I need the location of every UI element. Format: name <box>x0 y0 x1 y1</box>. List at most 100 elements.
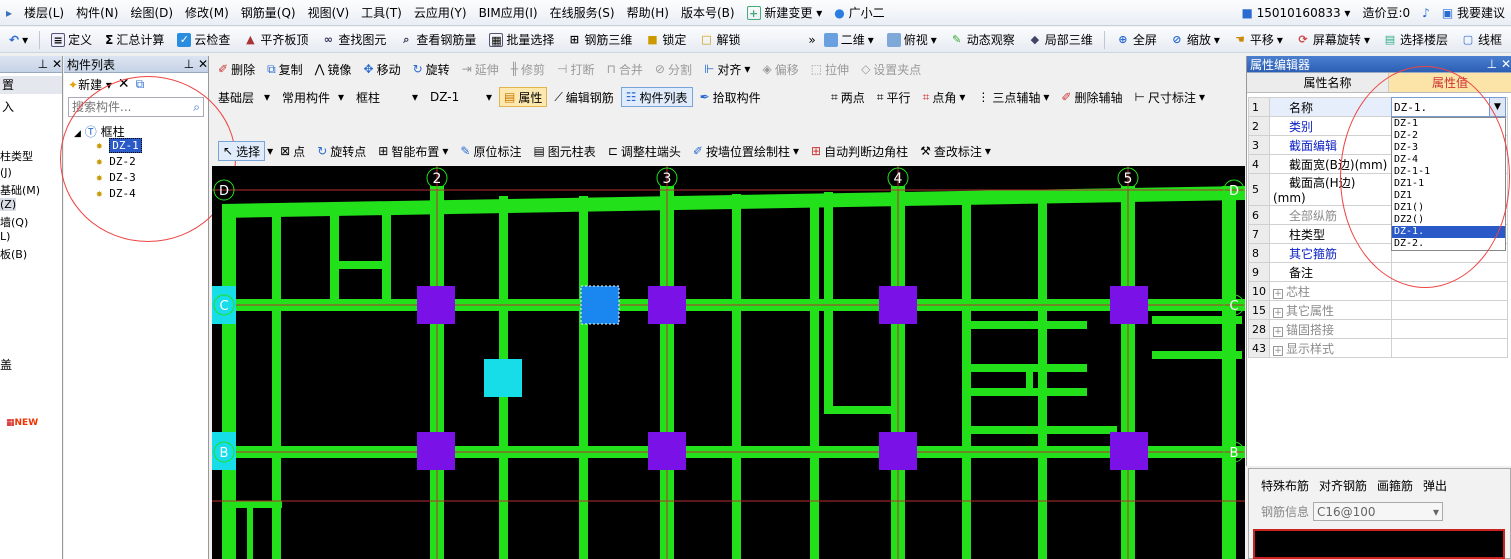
nav-item[interactable]: 置 <box>0 76 62 94</box>
auto-corner-button[interactable]: ⊞ 自动判断边角柱 <box>806 141 913 161</box>
collapse-icon[interactable]: ◢ <box>74 129 81 139</box>
bell-icon[interactable]: ♪ <box>1416 6 1436 20</box>
column[interactable] <box>1110 286 1148 324</box>
menu-cloud[interactable]: 云应用(Y) <box>408 4 473 21</box>
component-list-toggle[interactable]: ☷ 构件列表 <box>620 87 693 107</box>
dropdown-option[interactable]: DZ-2 <box>1392 130 1505 142</box>
dropdown-option[interactable]: DZ-1-1 <box>1392 166 1505 178</box>
delete-button[interactable]: ✐ 删除 <box>213 59 260 79</box>
property-value[interactable] <box>1391 262 1508 282</box>
dropdown-option[interactable]: DZ1() <box>1392 202 1505 214</box>
expand-icon[interactable]: + <box>1273 307 1283 318</box>
rebar3d-button[interactable]: ⊞ 钢筋三维 <box>562 30 637 50</box>
nav-item[interactable]: 入 <box>2 98 14 115</box>
menu-bim[interactable]: BIM应用(I) <box>473 4 544 21</box>
pointangle-button[interactable]: ⌗ 点角 ▾ <box>918 87 971 107</box>
cloudcheck-button[interactable]: ✓ 云检查 <box>172 30 235 50</box>
tab-special-rebar[interactable]: 特殊布筋 <box>1261 477 1309 494</box>
fullscreen-button[interactable]: ⊕ 全屏 <box>1111 30 1162 50</box>
expand-icon[interactable]: + <box>1273 326 1283 337</box>
layer-select[interactable]: 基础层 ▾ <box>213 87 275 107</box>
property-row[interactable]: 43 + 显示样式 <box>1248 338 1508 358</box>
extend-button[interactable]: ⇥ 延伸 <box>457 59 504 79</box>
origin-mark-button[interactable]: ✎ 原位标注 <box>455 141 526 161</box>
lock-button[interactable]: ■ 锁定 <box>640 30 691 50</box>
column[interactable] <box>648 286 686 324</box>
delete-component-icon[interactable]: ✕ <box>118 76 130 92</box>
menu-rebar[interactable]: 钢筋量(Q) <box>235 4 302 21</box>
twopoint-button[interactable]: ⌗ 两点 <box>826 87 870 107</box>
dropdown-option[interactable]: DZ-2. <box>1392 238 1505 250</box>
pin-close-icon[interactable]: ⊥ ✕ <box>1487 57 1511 71</box>
unlock-button[interactable]: □ 解锁 <box>694 30 745 50</box>
setpoint-button[interactable]: ◇ 设置夹点 <box>856 59 926 79</box>
tree-item[interactable]: ✸ DZ-3 <box>96 171 208 187</box>
column-cyan[interactable] <box>484 359 522 397</box>
tab-align-rebar[interactable]: 对齐钢筋 <box>1319 477 1367 494</box>
trim-button[interactable]: ╫ 修剪 <box>506 59 550 79</box>
pan-button[interactable]: ☚ 平移 ▾ <box>1228 30 1288 50</box>
common-select[interactable]: 常用构件 ▾ <box>277 87 349 107</box>
select-floor-button[interactable]: ▤ 选择楼层 <box>1378 30 1453 50</box>
nav-item[interactable]: 墙(Q) <box>0 214 28 230</box>
dropdown-arrow-icon[interactable]: ▼ <box>1489 98 1505 116</box>
parallel-button[interactable]: ⌗ 平行 <box>872 87 916 107</box>
dropdown-option[interactable]: DZ-1. <box>1392 226 1505 238</box>
account-phone[interactable]: ■ 15010160833 ▾ <box>1235 6 1356 20</box>
menu-assistant[interactable]: ● 广小二 <box>828 4 890 21</box>
dropdown-option[interactable]: DZ-3 <box>1392 142 1505 154</box>
menu-newchange[interactable]: + 新建变更 ▾ <box>741 4 829 21</box>
sum-button[interactable]: Σ 汇总计算 <box>100 30 169 50</box>
pin-icon[interactable]: ⊥ ✕ <box>38 57 62 71</box>
nav-item[interactable]: 基础(M) <box>0 182 40 198</box>
column[interactable] <box>417 286 455 324</box>
dynamic-button[interactable]: ✎ 动态观察 <box>945 30 1020 50</box>
overlook-button[interactable]: 俯视 ▾ <box>882 30 942 50</box>
tree-root[interactable]: ◢ Ⓣ 框柱 <box>64 123 208 139</box>
dropdown-option[interactable]: DZ1-1 <box>1392 178 1505 190</box>
check-mark-button[interactable]: ⚒ 查改标注 ▾ <box>915 141 996 161</box>
nav-item[interactable]: (Z) <box>0 198 17 211</box>
viewrebar-button[interactable]: ⌕ 查看钢筋量 <box>394 30 481 50</box>
column[interactable] <box>1110 432 1148 470</box>
rebar-info-select[interactable]: C16@100 ▾ <box>1313 502 1444 521</box>
adjust-end-button[interactable]: ⊏ 调整柱端头 <box>603 141 686 161</box>
suggest-link[interactable]: ▣ 我要建议 <box>1436 4 1511 21</box>
copy-component-icon[interactable]: ⧉ <box>136 77 145 92</box>
edit-rebar-button[interactable]: ⟋ 编辑钢筋 <box>549 87 618 107</box>
property-value[interactable] <box>1391 338 1508 358</box>
menu-online[interactable]: 在线服务(S) <box>544 4 621 21</box>
batch-button[interactable]: ▦ 批量选择 <box>484 30 559 50</box>
menu-tools[interactable]: 工具(T) <box>355 4 408 21</box>
dropdown-option[interactable]: DZ2() <box>1392 214 1505 226</box>
name-dropdown[interactable]: DZ-1. ▼ <box>1391 97 1506 117</box>
property-row[interactable]: 9 备注 <box>1248 262 1508 282</box>
column[interactable] <box>879 286 917 324</box>
tab-popup[interactable]: 弹出 <box>1423 477 1447 494</box>
expand-icon[interactable]: + <box>1273 288 1283 299</box>
tree-item[interactable]: ✸ DZ-2 <box>96 155 208 171</box>
nav-item[interactable]: (J) <box>0 166 12 179</box>
dropdown-option[interactable]: DZ1 <box>1392 190 1505 202</box>
flat-button[interactable]: ▲ 平齐板顶 <box>238 30 313 50</box>
new-badge-icon[interactable]: ▦NEW <box>6 418 38 428</box>
copy-button[interactable]: ⧉ 复制 <box>262 59 308 79</box>
search-icon[interactable]: ⌕ <box>190 100 203 115</box>
tab-draw-stirrup[interactable]: 画箍筋 <box>1377 477 1413 494</box>
tree-item[interactable]: ✸ DZ-1 <box>96 138 208 155</box>
nav-item[interactable]: 柱类型 <box>0 148 33 164</box>
find-button[interactable]: ∞ 查找图元 <box>316 30 391 50</box>
nav-item[interactable]: 板(B) <box>0 246 27 262</box>
column[interactable] <box>417 432 455 470</box>
view2d-button[interactable]: 二维 ▾ <box>819 30 879 50</box>
menu-view[interactable]: 视图(V) <box>302 4 356 21</box>
property-value[interactable] <box>1391 300 1508 320</box>
rotpoint-button[interactable]: ↻ 旋转点 <box>312 141 371 161</box>
pick-component-button[interactable]: ✒ 拾取构件 <box>695 87 766 107</box>
property-row[interactable]: 15 + 其它属性 <box>1248 300 1508 320</box>
delaxis-button[interactable]: ✐ 删除辅轴 <box>1056 87 1127 107</box>
nav-item[interactable]: 盖 <box>0 356 12 373</box>
align-button[interactable]: ⊩ 对齐 ▾ <box>699 59 756 79</box>
threeaxis-button[interactable]: ⋮ 三点辅轴 ▾ <box>972 87 1054 107</box>
expand-icon[interactable]: + <box>1273 345 1283 356</box>
